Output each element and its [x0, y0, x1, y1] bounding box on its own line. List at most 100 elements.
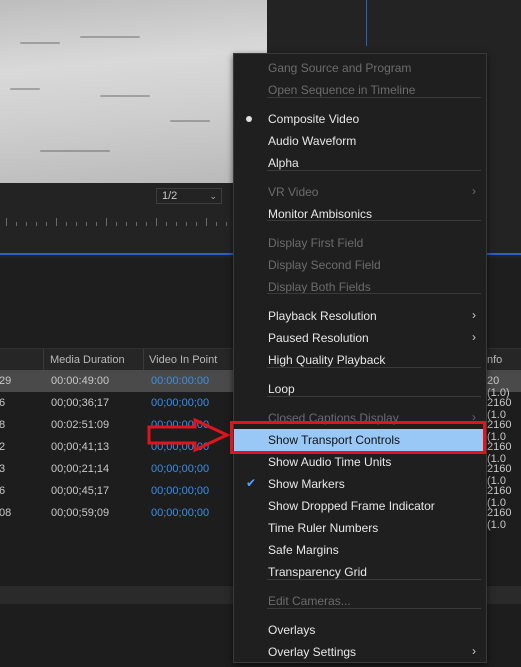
menu-separator: [267, 220, 481, 221]
ruler-tick: [116, 222, 117, 226]
menu-item-label: Safe Margins: [268, 543, 339, 557]
menu-item-display-both-fields[interactable]: Display Both Fields: [234, 276, 486, 298]
menu-item-label: VR Video: [268, 185, 319, 199]
menu-item-label: Paused Resolution: [268, 331, 369, 345]
ruler-tick: [186, 222, 187, 226]
column-header-video-in-point[interactable]: Video In Point: [149, 354, 217, 366]
column-divider[interactable]: [143, 349, 144, 371]
column-divider[interactable]: [43, 349, 44, 371]
ruler-tick: [66, 222, 67, 226]
menu-item-playback-resolution[interactable]: Playback Resolution ›: [234, 305, 486, 327]
cell-video-in-point: 00;00;00;00: [151, 463, 210, 475]
cell-media-duration: 00;00;41;13: [51, 441, 110, 453]
cell-video-in-point: 00:00:00:00: [151, 375, 210, 387]
menu-item-label: Display First Field: [268, 236, 364, 250]
menu-item-label: Show Audio Time Units: [268, 455, 392, 469]
menu-item-label: Alpha: [268, 156, 299, 170]
frame-streak: [100, 95, 150, 97]
menu-item-label: Composite Video: [268, 112, 360, 126]
checkmark-icon: ✔: [245, 476, 257, 490]
cell-name: 6: [0, 485, 6, 497]
ruler-tick: [196, 222, 197, 226]
ruler-tick: [166, 222, 167, 226]
cell-media-duration: 00;00;21;14: [51, 463, 110, 475]
ruler-tick: [56, 218, 57, 226]
menu-separator: [267, 579, 481, 580]
menu-item-gang-source-and-program[interactable]: Gang Source and Program: [234, 57, 486, 79]
ruler-tick: [96, 222, 97, 226]
monitor-context-menu: Gang Source and Program Open Sequence in …: [233, 53, 487, 663]
cell-media-duration: 00;00;45;17: [51, 485, 110, 497]
menu-item-paused-resolution[interactable]: Paused Resolution ›: [234, 327, 486, 349]
menu-item-overlays[interactable]: Overlays: [234, 619, 486, 641]
ruler-tick: [36, 222, 37, 226]
column-header-media-duration[interactable]: Media Duration: [50, 354, 125, 366]
menu-item-vr-video[interactable]: VR Video ›: [234, 181, 486, 203]
submenu-chevron-icon: ›: [472, 410, 476, 424]
cell-name: 3: [0, 463, 6, 475]
menu-separator: [267, 97, 481, 98]
menu-item-display-second-field[interactable]: Display Second Field: [234, 254, 486, 276]
ruler-tick: [146, 222, 147, 226]
playback-resolution-select[interactable]: 1/2 ⌄: [156, 188, 222, 204]
menu-item-closed-captions-display[interactable]: Closed Captions Display ›: [234, 407, 486, 429]
menu-item-label: Playback Resolution: [268, 309, 377, 323]
menu-separator: [267, 608, 481, 609]
menu-item-label: Show Dropped Frame Indicator: [268, 499, 435, 513]
radio-dot-icon: [246, 116, 252, 122]
cell-name: 29: [0, 375, 12, 387]
cell-video-in-point: 00;00;00;00: [151, 507, 210, 519]
frame-streak: [170, 120, 210, 122]
cell-name: 2: [0, 441, 6, 453]
ruler-tick: [176, 222, 177, 226]
menu-item-safe-margins[interactable]: Safe Margins: [234, 539, 486, 561]
menu-item-label: Transparency Grid: [268, 565, 367, 579]
cell-name: 8: [0, 419, 6, 431]
cell-media-duration: 00:02:51:09: [51, 419, 110, 431]
frame-streak: [10, 88, 40, 90]
menu-item-overlay-settings[interactable]: Overlay Settings ›: [234, 641, 486, 663]
menu-item-label: Display Both Fields: [268, 280, 371, 294]
menu-item-time-ruler-numbers[interactable]: Time Ruler Numbers: [234, 517, 486, 539]
chevron-down-icon: ⌄: [209, 191, 217, 201]
resolution-value: 1/2: [162, 190, 178, 202]
menu-item-show-audio-time-units[interactable]: Show Audio Time Units: [234, 451, 486, 473]
menu-item-label: Edit Cameras...: [268, 594, 351, 608]
playhead-line: [366, 0, 367, 46]
menu-item-label: Show Markers: [268, 477, 345, 491]
menu-item-label: Monitor Ambisonics: [268, 207, 373, 221]
frame-streak: [40, 150, 110, 152]
cell-video-in-point: 00;00;00;00: [151, 397, 210, 409]
menu-item-label: Time Ruler Numbers: [268, 521, 379, 535]
menu-item-label: Audio Waveform: [268, 134, 357, 148]
time-ruler[interactable]: [0, 214, 267, 226]
cell-name: 6: [0, 397, 6, 409]
menu-item-label: Show Transport Controls: [268, 433, 401, 447]
menu-item-audio-waveform[interactable]: Audio Waveform: [234, 130, 486, 152]
ruler-tick: [26, 222, 27, 226]
cell-name: 08: [0, 507, 12, 519]
menu-item-label: High Quality Playback: [268, 353, 386, 367]
column-header-video-info[interactable]: nfo: [487, 354, 502, 366]
menu-item-display-first-field[interactable]: Display First Field: [234, 232, 486, 254]
menu-item-show-markers[interactable]: ✔ Show Markers: [234, 473, 486, 495]
frame-streak: [80, 36, 140, 38]
menu-item-show-dropped-frame-indicator[interactable]: Show Dropped Frame Indicator: [234, 495, 486, 517]
annotation-arrow: [147, 417, 231, 453]
ruler-tick: [16, 222, 17, 226]
submenu-chevron-icon: ›: [472, 330, 476, 344]
menu-item-label: Overlays: [268, 623, 316, 637]
menu-item-label: Loop: [268, 382, 295, 396]
menu-item-composite-video[interactable]: Composite Video: [234, 108, 486, 130]
frame-streak: [20, 42, 60, 44]
menu-separator: [267, 367, 481, 368]
submenu-chevron-icon: ›: [472, 644, 476, 658]
ruler-tick: [136, 222, 137, 226]
menu-item-show-transport-controls[interactable]: Show Transport Controls: [234, 429, 486, 451]
cell-video-info: 2160 (1.0: [487, 507, 512, 531]
cell-media-duration: 00;00;36;17: [51, 397, 110, 409]
menu-item-monitor-ambisonics[interactable]: Monitor Ambisonics: [234, 203, 486, 225]
ruler-tick: [206, 218, 207, 226]
ruler-tick: [76, 222, 77, 226]
menu-item-label: Closed Captions Display: [268, 411, 399, 425]
